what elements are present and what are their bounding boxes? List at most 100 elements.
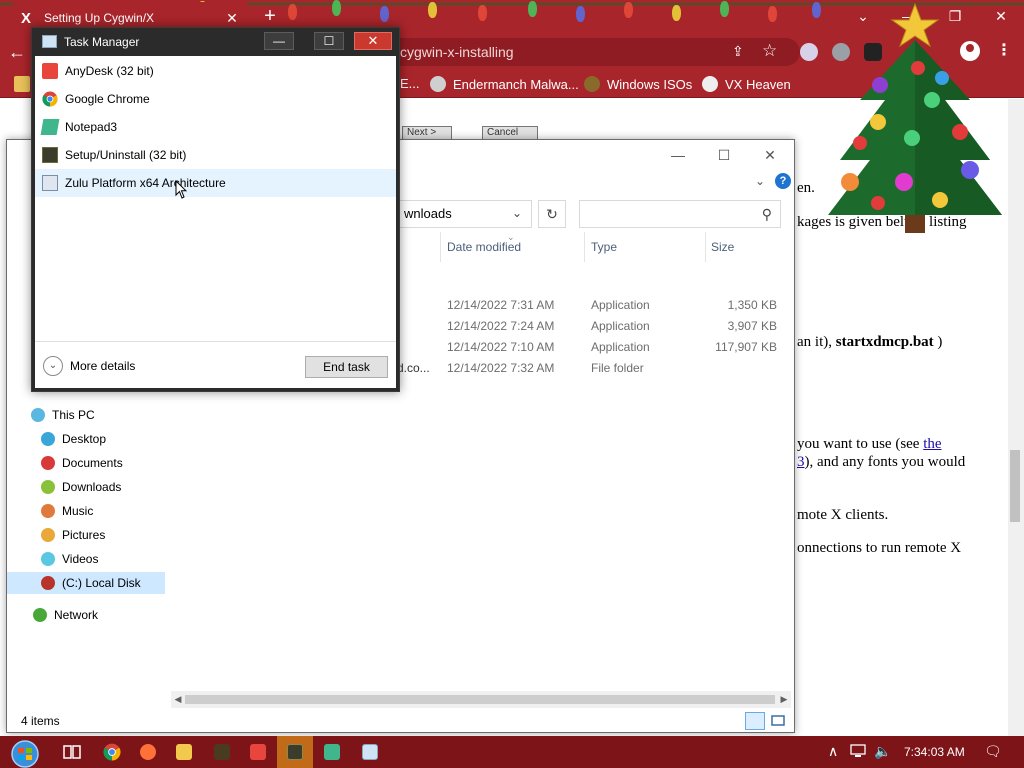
horizontal-scrollbar[interactable]: ◀ ▶ bbox=[171, 691, 791, 708]
taskbar-task-manager-icon[interactable] bbox=[358, 740, 382, 764]
nav-label: Desktop bbox=[62, 432, 107, 446]
explorer-search-input[interactable]: ⚲ bbox=[579, 200, 781, 228]
explorer-minimize-button[interactable]: — bbox=[655, 140, 701, 170]
process-item-chrome[interactable]: Google Chrome bbox=[35, 85, 396, 113]
taskbar-clock[interactable]: 7:34:03 AM bbox=[904, 745, 965, 759]
nav-documents[interactable]: Documents bbox=[41, 452, 199, 474]
nav-local-disk[interactable]: (C:) Local Disk bbox=[7, 572, 165, 594]
item-count: 4 items bbox=[21, 714, 60, 728]
bookmark-endermanch[interactable]: Endermanch Malwa... bbox=[430, 76, 579, 92]
file-size: 117,907 KB bbox=[715, 340, 777, 354]
process-item-notepad3[interactable]: Notepad3 bbox=[35, 113, 396, 141]
file-type: Application bbox=[591, 340, 650, 354]
column-header-type[interactable]: Type bbox=[591, 240, 617, 254]
mouse-cursor-icon bbox=[175, 180, 187, 199]
nav-label: Music bbox=[62, 504, 94, 518]
x-logo-icon: X bbox=[20, 9, 31, 27]
task-manager-window: Task Manager — ☐ ✕ AnyDesk (32 bit) Goog… bbox=[31, 27, 400, 392]
start-button[interactable] bbox=[5, 738, 45, 768]
file-date: 12/14/2022 7:10 AM bbox=[447, 340, 555, 354]
page-scrollbar-thumb[interactable] bbox=[1010, 450, 1020, 522]
new-tab-button[interactable]: + bbox=[260, 6, 280, 26]
end-task-button[interactable]: End task bbox=[305, 356, 388, 378]
task-manager-close-button[interactable]: ✕ bbox=[354, 32, 392, 50]
extension-flag-icon[interactable] bbox=[800, 43, 818, 61]
taskbar-firefox-icon[interactable] bbox=[136, 740, 160, 764]
installer-next-button[interactable]: Next > bbox=[402, 126, 452, 140]
taskbar-setup-icon[interactable] bbox=[283, 740, 307, 764]
chrome-icon bbox=[42, 91, 58, 107]
column-separator bbox=[584, 232, 585, 262]
refresh-button[interactable]: ↻ bbox=[538, 200, 566, 228]
taskbar-task-view-icon[interactable] bbox=[60, 740, 84, 764]
column-header-size[interactable]: Size bbox=[711, 240, 734, 254]
nav-pictures[interactable]: Pictures bbox=[41, 524, 199, 546]
zulu-icon bbox=[42, 175, 58, 191]
file-row[interactable]: d.co... 12/14/2022 7:32 AM File folder bbox=[397, 358, 787, 379]
page-text-bold: startxdmcp.bat bbox=[835, 334, 934, 350]
page-link[interactable]: 3 bbox=[797, 454, 805, 470]
speaker-tray-icon[interactable]: 🔈 bbox=[874, 743, 891, 760]
installer-cancel-button[interactable]: Cancel bbox=[482, 126, 538, 140]
scroll-right-arrow-icon[interactable]: ▶ bbox=[777, 691, 791, 708]
page-text-line: an it), startxdmcp.bat ) bbox=[797, 334, 942, 351]
bookmark-star-icon[interactable]: ☆ bbox=[762, 41, 777, 61]
nav-videos[interactable]: Videos bbox=[41, 548, 199, 570]
desktop-icon bbox=[41, 432, 55, 446]
task-manager-minimize-button[interactable]: — bbox=[264, 32, 294, 50]
nav-desktop[interactable]: Desktop bbox=[41, 428, 199, 450]
nav-this-pc[interactable]: This PC bbox=[31, 404, 189, 426]
page-text-fragment: ) bbox=[933, 334, 943, 350]
notification-center-icon[interactable]: 🗨 bbox=[984, 743, 1002, 760]
file-row[interactable]: 12/14/2022 7:24 AM Application 3,907 KB bbox=[407, 316, 787, 337]
process-item-setup[interactable]: Setup/Uninstall (32 bit) bbox=[35, 141, 396, 169]
ribbon-expand-chevron-icon[interactable]: ⌄ bbox=[755, 174, 765, 188]
tray-overflow-chevron-icon[interactable]: ∧ bbox=[828, 743, 838, 760]
taskbar-chrome-icon[interactable] bbox=[100, 740, 124, 764]
horizontal-scrollbar-thumb[interactable] bbox=[185, 695, 775, 704]
file-size: 3,907 KB bbox=[727, 319, 777, 333]
documents-icon bbox=[41, 456, 55, 470]
bookmark-label: Endermanch Malwa... bbox=[453, 76, 579, 92]
taskbar-anydesk-icon[interactable] bbox=[246, 740, 270, 764]
bookmark-label: Windows ISOs bbox=[607, 76, 693, 92]
tab-title: Setting Up Cygwin/X bbox=[44, 11, 155, 25]
nav-downloads[interactable]: Downloads bbox=[41, 476, 199, 498]
anydesk-icon bbox=[42, 63, 58, 79]
file-row[interactable]: 12/14/2022 7:10 AM Application 117,907 K… bbox=[407, 337, 787, 358]
taskbar-minecraft-icon[interactable] bbox=[210, 740, 234, 764]
taskbar-file-explorer-icon[interactable] bbox=[172, 740, 196, 764]
page-scrollbar[interactable] bbox=[1008, 99, 1024, 736]
navigation-pane: This PC Desktop Documents Downloads Musi… bbox=[7, 400, 167, 700]
column-header-date[interactable]: Date modified bbox=[447, 240, 521, 254]
tab-close-button[interactable]: ✕ bbox=[224, 10, 240, 27]
bookmark-vx-heaven[interactable]: VX Heaven bbox=[702, 76, 791, 92]
explorer-close-button[interactable]: ✕ bbox=[747, 140, 793, 170]
back-arrow-icon[interactable]: ← bbox=[8, 42, 26, 63]
nav-label: Downloads bbox=[62, 480, 122, 494]
task-manager-titlebar[interactable]: Task Manager — ☐ ✕ bbox=[32, 28, 399, 56]
bookmark-windows-isos[interactable]: Windows ISOs bbox=[584, 76, 692, 92]
network-tray-icon[interactable] bbox=[850, 743, 868, 762]
task-manager-icon bbox=[42, 35, 57, 48]
process-item-zulu[interactable]: Zulu Platform x64 Architecture bbox=[35, 169, 396, 197]
address-dropdown-chevron-icon[interactable]: ⌄ bbox=[512, 206, 522, 220]
taskbar-notepad3-icon[interactable] bbox=[320, 740, 344, 764]
nav-music[interactable]: Music bbox=[41, 500, 199, 522]
file-date: 12/14/2022 7:24 AM bbox=[447, 319, 555, 333]
details-view-icon[interactable] bbox=[745, 712, 765, 730]
large-icons-view-icon[interactable] bbox=[769, 712, 787, 730]
bookmark-item-1[interactable]: E... bbox=[400, 76, 420, 91]
page-link[interactable]: the bbox=[923, 436, 941, 452]
scroll-left-arrow-icon[interactable]: ◀ bbox=[171, 691, 185, 708]
nav-network[interactable]: Network bbox=[33, 604, 191, 626]
process-item-anydesk[interactable]: AnyDesk (32 bit) bbox=[35, 57, 396, 85]
file-row[interactable]: 12/14/2022 7:31 AM Application 1,350 KB bbox=[407, 295, 787, 316]
task-manager-maximize-button[interactable]: ☐ bbox=[314, 32, 344, 50]
help-icon[interactable]: ? bbox=[775, 173, 791, 189]
more-details-toggle[interactable]: ⌄ More details bbox=[43, 356, 135, 376]
share-icon[interactable]: ⇪ bbox=[732, 43, 748, 59]
page-text-line: you want to use (see the bbox=[797, 436, 942, 453]
downloads-icon bbox=[41, 480, 55, 494]
explorer-maximize-button[interactable]: ☐ bbox=[701, 140, 747, 170]
